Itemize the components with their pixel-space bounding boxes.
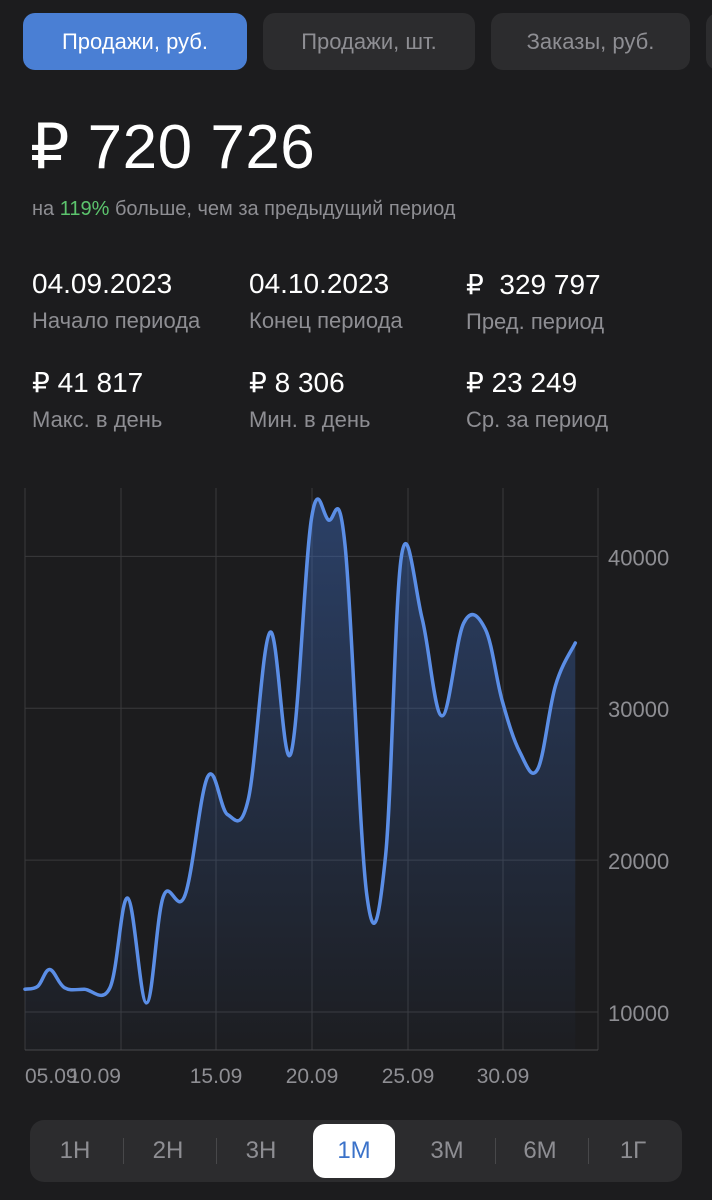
range-1w[interactable]: 1Н (34, 1124, 116, 1178)
tab-sales-rub[interactable]: Продажи, руб. (23, 13, 247, 70)
stat-value: 04.09.2023 (32, 268, 173, 299)
range-separator (588, 1138, 589, 1164)
range-3m[interactable]: 3М (406, 1124, 488, 1178)
range-3w[interactable]: 3Н (220, 1124, 302, 1178)
comparison-suffix: больше, чем за предыдущий период (109, 198, 456, 220)
range-1m[interactable]: 1М (313, 1124, 395, 1178)
stat-label: Пред. период (466, 309, 605, 334)
y-tick-label: 30000 (608, 697, 669, 722)
metric-tabs: Продажи, руб. Продажи, шт. Заказы, руб. (0, 13, 712, 71)
range-selector: 1Н 2Н 3Н 1М 3М 6М 1Г (30, 1120, 682, 1182)
comparison-prefix: на (32, 198, 60, 220)
stat-label: Конец периода (249, 308, 403, 333)
y-tick-label: 10000 (608, 1001, 669, 1026)
range-separator (495, 1138, 496, 1164)
stat-value: ₽ 23 249 (466, 367, 578, 398)
total-sales: ₽ 720 726 (30, 113, 316, 182)
tab-more[interactable] (706, 13, 712, 70)
range-2w[interactable]: 2Н (127, 1124, 209, 1178)
stat-label: Мин. в день (249, 407, 371, 432)
y-tick-label: 40000 (608, 545, 669, 570)
stat-value: ₽ 8 306 (249, 367, 345, 398)
tab-orders-rub[interactable]: Заказы, руб. (491, 13, 690, 70)
stat-label: Макс. в день (32, 407, 163, 432)
growth-percent: 119% (59, 198, 110, 220)
stat-min-per-day: ₽ 8 306 Мин. в день (249, 366, 370, 433)
stat-max-per-day: ₽ 41 817 Макс. в день (32, 366, 162, 433)
x-tick-label: 25.09 (382, 1065, 435, 1088)
x-tick-label: 20.09 (286, 1065, 339, 1088)
area-fill (25, 498, 576, 1051)
range-separator (123, 1138, 124, 1164)
stat-avg-period: ₽ 23 249 Ср. за период (466, 366, 608, 433)
range-separator (216, 1138, 217, 1164)
stat-value: ₽ 329 797 (466, 269, 601, 300)
period-comparison: на 119% больше, чем за предыдущий период (32, 198, 455, 221)
stat-prev-period: ₽ 329 797 Пред. период (466, 268, 604, 335)
stat-value: ₽ 41 817 (32, 367, 144, 398)
x-tick-label: 10.09 (68, 1065, 121, 1088)
stat-label: Начало периода (32, 308, 201, 333)
stat-label: Ср. за период (466, 407, 609, 432)
range-1y[interactable]: 1Г (592, 1124, 674, 1178)
stat-period-start: 04.09.2023 Начало периода (32, 268, 200, 334)
y-tick-label: 20000 (608, 849, 669, 874)
range-6m[interactable]: 6М (499, 1124, 581, 1178)
stat-value: 04.10.2023 (249, 268, 390, 299)
tab-sales-pcs[interactable]: Продажи, шт. (263, 13, 475, 70)
sales-chart[interactable]: 4000030000200001000005.0910.09 15.09 20.09… (0, 480, 712, 1100)
x-tick-label: 30.09 (477, 1065, 530, 1088)
x-tick-label: 15.09 (190, 1065, 243, 1088)
stat-period-end: 04.10.2023 Конец периода (249, 268, 403, 334)
